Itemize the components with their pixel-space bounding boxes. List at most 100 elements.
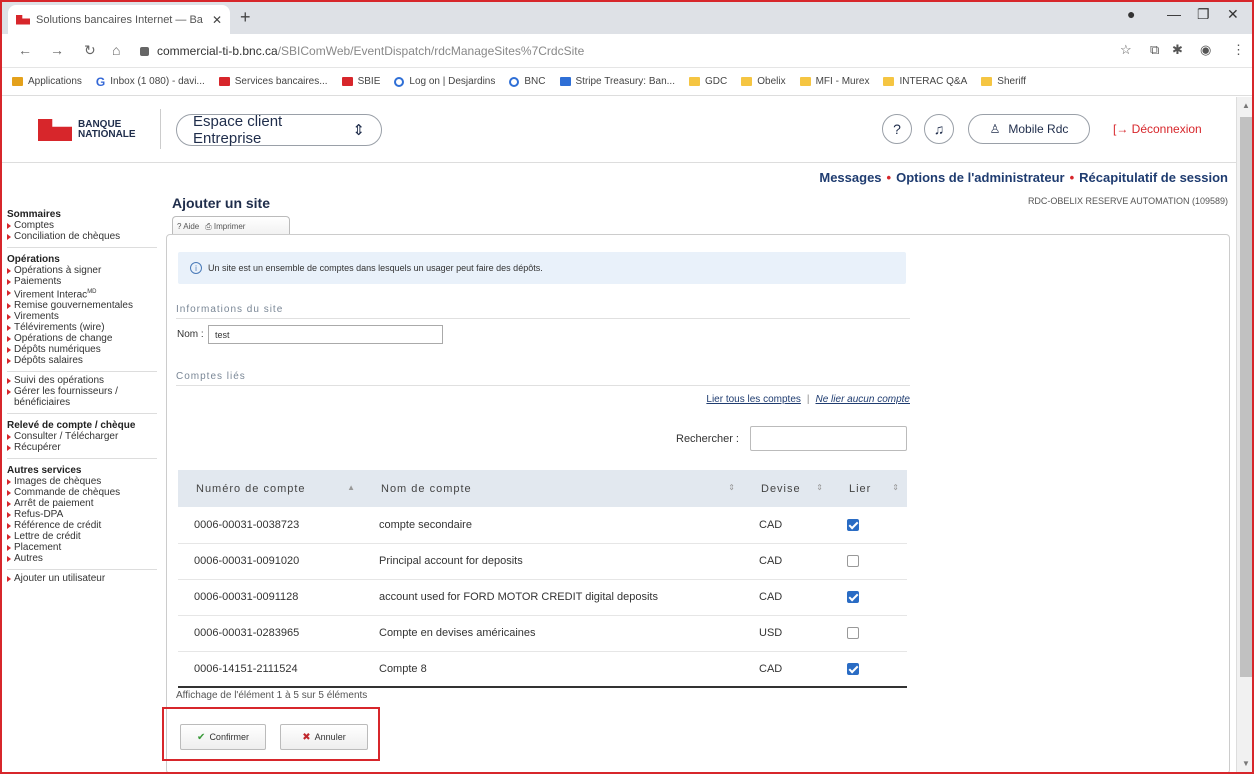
link-checkbox[interactable] [847,662,859,675]
scrollbar-thumb[interactable] [1240,117,1252,677]
back-icon[interactable]: ← [18,42,32,58]
col-account-name[interactable]: Nom de compte ⇕ [363,470,743,507]
puzzle-icon[interactable]: ✱ [1172,42,1183,58]
bnc-logo-icon [38,119,72,141]
maximize-icon[interactable]: ❐ [1197,6,1210,23]
nav-item[interactable]: Télévirements (wire) [7,322,157,333]
session-summary-link[interactable]: Récapitulatif de session [1079,170,1228,185]
bookmark-item[interactable]: MFI - Murex [799,76,869,87]
nav-item[interactable]: Paiements [7,276,157,287]
nav-item[interactable]: Dépôts numériques [7,344,157,355]
bookmark-item[interactable]: SBIE [341,76,380,87]
apps-icon [12,77,23,86]
nav-item[interactable]: Commande de chèques [7,487,157,498]
notifications-button[interactable]: ♫ [924,114,954,144]
help-button[interactable]: ? [882,114,912,144]
page-tools: ? Aide ⎙ Imprimer [172,216,290,236]
bookmark-item[interactable]: GDC [689,76,727,87]
account-icon[interactable]: ◉ [1200,42,1211,58]
bookmark-item[interactable]: BNC [509,76,546,87]
nav-item[interactable]: Refus-DPA [7,509,157,520]
bookmark-star-icon[interactable]: ☆ [1120,42,1132,58]
close-tab-icon[interactable]: ✕ [212,13,222,27]
bookmark-item[interactable]: Stripe Treasury: Ban... [559,76,675,87]
scroll-up-icon[interactable]: ▲ [1242,101,1250,110]
section-comptes-title: Comptes liés [176,371,246,382]
col-currency[interactable]: Devise ⇕ [743,470,831,507]
account-number: 0006-00031-0283965 [178,615,363,652]
header-divider [160,109,161,149]
nav-item-add-user[interactable]: Ajouter un utilisateur [7,573,157,584]
nav-item[interactable]: Remise gouvernementales [7,300,157,311]
bnc-logo[interactable]: BANQUE NATIONALE [38,119,136,141]
home-icon[interactable]: ⌂ [112,42,120,58]
bookmark-item[interactable]: INTERAC Q&A [883,76,967,87]
sort-asc-icon: ▲ [347,483,355,492]
page-scrollbar[interactable]: ▲ ▼ [1236,97,1254,774]
scroll-down-icon[interactable]: ▼ [1242,759,1250,768]
print-tab[interactable]: ⎙ Imprimer [205,222,245,232]
nav-item[interactable]: Lettre de crédit [7,531,157,542]
bookmark-item[interactable]: Sheriff [981,76,1026,87]
link-all-accounts[interactable]: Lier tous les comptes [706,394,801,405]
bookmark-item[interactable]: Log on | Desjardins [394,76,495,87]
bookmark-item[interactable]: Obelix [741,76,786,87]
nav-item[interactable]: Autres [7,553,157,564]
user-button[interactable]: ♙ Mobile Rdc [968,114,1090,144]
messages-link[interactable]: Messages [819,170,881,185]
url-bar[interactable]: commercial-ti-b.bnc.ca/SBIComWeb/EventDi… [140,39,1140,63]
table-row: 0006-00031-0091020 Principal account for… [178,543,907,580]
account-currency: USD [743,615,831,652]
admin-options-link[interactable]: Options de l'administrateur [896,170,1065,185]
link-checkbox[interactable] [847,518,859,531]
confirm-button[interactable]: ✔ Confirmer [180,724,266,750]
profile-icon[interactable]: ● [1127,6,1135,22]
logout-link[interactable]: [→ Déconnexion [1113,122,1202,136]
nav-item[interactable]: Récupérer [7,442,157,453]
bookmark-item[interactable]: Services bancaires... [218,76,328,87]
cancel-button[interactable]: ✖ Annuler [280,724,368,750]
logo-line2: NATIONALE [78,129,136,140]
site-name-input[interactable] [208,325,443,344]
link-checkbox[interactable] [847,591,859,604]
nav-item[interactable]: Référence de crédit [7,520,157,531]
nav-item[interactable]: Virement InteracMD [7,287,157,300]
nav-item[interactable]: Consulter / Télécharger [7,431,157,442]
nav-item[interactable]: Suivi des opérations [7,375,157,386]
nav-item[interactable]: Opérations à signer [7,265,157,276]
search-input[interactable] [750,426,907,451]
nav-item[interactable]: Comptes [7,220,157,231]
help-tab[interactable]: ? Aide [177,222,199,231]
nav-item[interactable]: Arrêt de paiement [7,498,157,509]
nav-item[interactable]: Conciliation de chèques [7,231,157,242]
nav-item[interactable]: Gérer les fournisseurs / bénéficiaires [7,386,157,408]
col-account-number[interactable]: Numéro de compte ▲ [178,470,363,507]
link-checkbox[interactable] [847,555,859,568]
space-selector[interactable]: Espace client Entreprise ⇕ [176,113,382,147]
link-checkbox[interactable] [847,627,859,640]
link-actions: Lier tous les comptes | Ne lier aucun comp… [640,394,910,405]
url-path: /SBIComWeb/EventDispatch/rdcManageSites%… [277,44,585,58]
nav-item[interactable]: Opérations de change [7,333,157,344]
stripe-icon [559,77,571,86]
account-currency: CAD [743,651,831,688]
nav-item[interactable]: Images de chèques [7,476,157,487]
reload-icon[interactable]: ↻ [84,42,96,59]
menu-icon[interactable]: ⋮ [1232,42,1245,58]
nav-item[interactable]: Dépôts salaires [7,355,157,366]
table-row: 0006-00031-0091128 account used for FORD… [178,579,907,616]
bookmark-item[interactable]: G Inbox (1 080) - davi... [96,75,205,89]
nav-item[interactable]: Virements [7,311,157,322]
minimize-icon[interactable]: — [1167,6,1181,22]
close-window-icon[interactable]: ✕ [1227,6,1239,23]
extension-icon[interactable]: ⧉ [1150,42,1159,58]
nav-item[interactable]: Placement [7,542,157,553]
forward-icon[interactable]: → [50,42,64,58]
col-link[interactable]: Lier ⇕ [831,470,907,507]
new-tab-icon[interactable]: + [240,7,251,28]
link-no-account[interactable]: Ne lier aucun compte [816,394,911,405]
sort-icon: ⇕ [816,483,823,492]
logout-label: Déconnexion [1131,122,1202,136]
browser-tab[interactable]: Solutions bancaires Internet — Ba ✕ [8,5,230,34]
bookmark-item[interactable]: Applications [12,76,82,87]
